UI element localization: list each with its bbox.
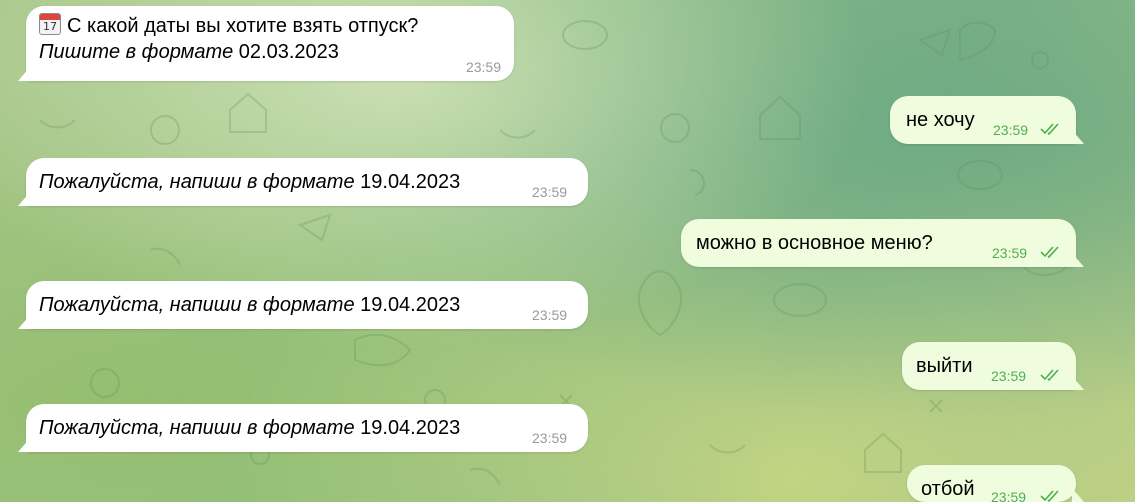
message-time: 23:59	[465, 59, 501, 75]
message-time: 23:59	[532, 430, 568, 446]
message-text: Пожалуйста, напиши в формате 19.04.2023	[39, 294, 460, 316]
format-hint-italic: Пожалуйста, напиши в формате	[39, 171, 355, 193]
format-example: 19.04.2023	[354, 417, 461, 439]
message-time: 23:59	[532, 307, 568, 323]
message-bubble-outgoing[interactable]: не хочу 23:59	[890, 96, 1076, 144]
message-text: Пожалуйста, напиши в формате 19.04.2023	[39, 417, 460, 439]
message-line: С какой даты вы хотите взять отпуск?	[67, 15, 419, 37]
format-example: 02.03.2023	[233, 41, 339, 63]
calendar-icon: 17	[39, 13, 61, 35]
format-hint-italic: Пишите в формате	[39, 41, 234, 63]
message-time: 23:59	[993, 122, 1029, 138]
message-text: отбой	[921, 478, 975, 500]
message-bubble-outgoing[interactable]: отбой 23:59	[907, 465, 1076, 502]
message-bubble-incoming[interactable]: Пожалуйста, напиши в формате 19.04.2023 …	[26, 158, 588, 206]
format-example: 19.04.2023	[354, 171, 461, 193]
message-bubble-incoming[interactable]: 17 С какой даты вы хотите взять отпуск? …	[26, 6, 514, 81]
message-text: не хочу	[906, 109, 975, 131]
read-checkmarks-icon	[1040, 246, 1059, 259]
message-text: выйти	[916, 355, 973, 377]
message-time: 23:59	[532, 184, 568, 200]
format-example: 19.04.2023	[354, 294, 461, 316]
message-text: Пишите в формате 02.03.2023	[39, 39, 514, 65]
format-hint-italic: Пожалуйста, напиши в формате	[39, 417, 355, 439]
message-time: 23:59	[991, 489, 1027, 502]
message-text: можно в основное меню?	[696, 232, 933, 254]
read-checkmarks-icon	[1040, 123, 1059, 136]
message-text: 17 С какой даты вы хотите взять отпуск?	[39, 13, 514, 39]
read-checkmarks-icon	[1040, 369, 1059, 382]
message-bubble-outgoing[interactable]: выйти 23:59	[902, 342, 1076, 390]
message-text: Пожалуйста, напиши в формате 19.04.2023	[39, 171, 460, 193]
message-bubble-incoming[interactable]: Пожалуйста, напиши в формате 19.04.2023 …	[26, 281, 588, 329]
message-bubble-incoming[interactable]: Пожалуйста, напиши в формате 19.04.2023 …	[26, 404, 588, 452]
message-time: 23:59	[991, 368, 1027, 384]
format-hint-italic: Пожалуйста, напиши в формате	[39, 294, 355, 316]
read-checkmarks-icon	[1040, 490, 1059, 502]
message-time: 23:59	[992, 245, 1028, 261]
message-bubble-outgoing[interactable]: можно в основное меню? 23:59	[681, 219, 1076, 267]
